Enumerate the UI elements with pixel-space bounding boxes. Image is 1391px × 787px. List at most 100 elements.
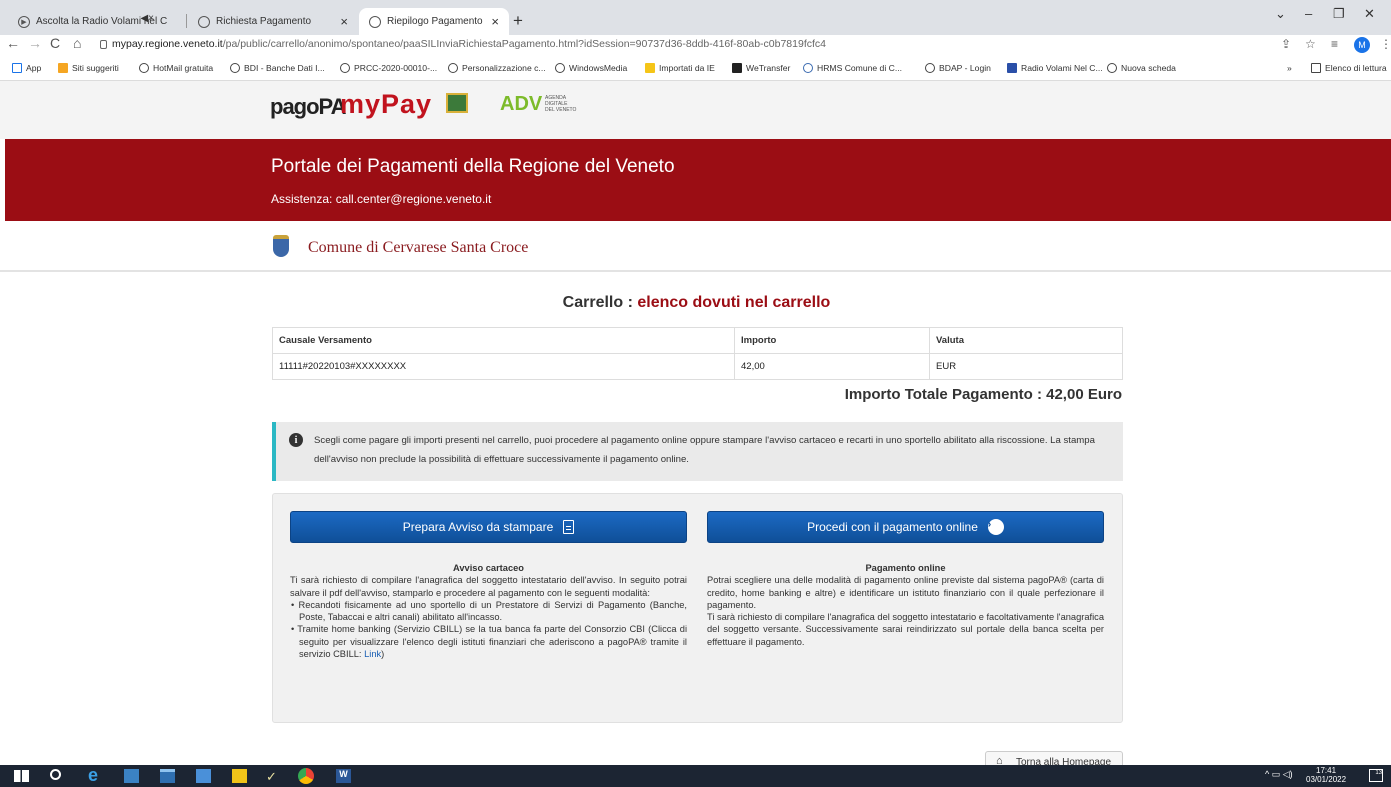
prepare-notice-button[interactable]: Prepara Avviso da stampare bbox=[290, 511, 687, 543]
globe-icon bbox=[139, 63, 149, 73]
veneto-logo bbox=[446, 93, 468, 113]
total-amount: Importo Totale Pagamento : 42,00 Euro bbox=[844, 386, 1122, 403]
tab-riepilogo-pagamento[interactable]: Riepilogo Pagamento × bbox=[359, 8, 509, 35]
tab-title: Riepilogo Pagamento bbox=[387, 16, 483, 27]
app-icon[interactable] bbox=[160, 769, 175, 783]
bookmark-importati-ie[interactable]: Importati da IE bbox=[645, 63, 715, 73]
word-icon[interactable]: W bbox=[336, 769, 351, 783]
pay-online-button[interactable]: Procedi con il pagamento online › bbox=[707, 511, 1104, 543]
info-icon: i bbox=[289, 433, 303, 447]
column-header: Causale Versamento bbox=[272, 327, 735, 354]
network-app-icon[interactable] bbox=[124, 769, 139, 783]
profile-avatar[interactable]: M bbox=[1354, 37, 1370, 53]
bookmarks-bar: App Siti suggeriti HotMail gratuita BDI … bbox=[0, 57, 1391, 81]
logo-bar: pagoPA myPay ADV AGENDA DIGITALE DEL VENET… bbox=[0, 81, 1391, 139]
comune-crest-icon bbox=[273, 235, 289, 257]
mute-icon[interactable]: ◀× bbox=[140, 13, 154, 24]
cart-title: Carrello : elenco dovuti nel carrello bbox=[562, 294, 831, 311]
list-item: • Tramite home banking (Servizio CBILL) … bbox=[291, 624, 688, 660]
browser-toolbar: ← → C ⌂ mypay.regione.veneto.it/pa/publi… bbox=[0, 35, 1391, 57]
crest-icon bbox=[803, 63, 813, 73]
close-window-button[interactable]: ✕ bbox=[1364, 6, 1375, 22]
tab-search-icon[interactable]: ⌄ bbox=[1275, 6, 1286, 22]
play-icon: ▶ bbox=[18, 15, 30, 28]
windows-taskbar: e ✓ W ^ ▭ ◁) 13 bbox=[0, 765, 1391, 787]
windows-start-icon[interactable] bbox=[14, 770, 29, 782]
globe-icon bbox=[369, 15, 381, 28]
tab-title: Richiesta Pagamento bbox=[216, 16, 312, 27]
bookmark-wetransfer[interactable]: WeTransfer bbox=[732, 63, 790, 73]
bookmark-app[interactable]: App bbox=[12, 63, 41, 73]
reload-icon[interactable]: C bbox=[50, 35, 60, 51]
divider bbox=[0, 270, 1391, 272]
info-alert: i Scegli come pagare gli importi present… bbox=[272, 422, 1123, 481]
bookmark-nuova-scheda[interactable]: Nuova scheda bbox=[1107, 63, 1176, 73]
cart-table: Causale Versamento Importo Valuta 11111#… bbox=[272, 327, 1123, 380]
globe-icon bbox=[448, 63, 458, 73]
header-banner bbox=[5, 139, 1391, 221]
close-icon[interactable]: × bbox=[491, 14, 499, 29]
system-clock[interactable]: 17:41 03/01/2022 bbox=[1306, 766, 1346, 784]
app-icon[interactable]: ✓ bbox=[266, 769, 281, 784]
bookmark-bdi[interactable]: BDI - Banche Dati I... bbox=[230, 63, 325, 73]
chrome-icon[interactable] bbox=[298, 768, 314, 784]
cbill-link[interactable]: Link bbox=[364, 649, 381, 659]
folder-icon bbox=[645, 63, 655, 73]
bookmark-hotmail[interactable]: HotMail gratuita bbox=[139, 63, 213, 73]
paper-notice-heading: Avviso cartaceo bbox=[453, 563, 524, 573]
adv-logo-text: AGENDA DIGITALE DEL VENETO bbox=[545, 95, 577, 113]
bookmark-siti-suggeriti[interactable]: Siti suggeriti bbox=[58, 63, 119, 73]
edge-icon[interactable]: e bbox=[88, 765, 103, 785]
bookmark-personalizzazione[interactable]: Personalizzazione c... bbox=[448, 63, 546, 73]
store-icon[interactable] bbox=[196, 769, 211, 783]
menu-icon[interactable]: ⋮ bbox=[1380, 37, 1391, 51]
bookmark-radio-volami[interactable]: Radio Volami Nel C... bbox=[1007, 63, 1103, 73]
new-tab-button[interactable]: + bbox=[513, 11, 523, 31]
tab-richiesta-pagamento[interactable]: Richiesta Pagamento × bbox=[188, 8, 358, 35]
close-icon[interactable]: × bbox=[340, 14, 348, 29]
system-tray-icons[interactable]: ^ ▭ ◁) bbox=[1265, 769, 1293, 780]
document-icon bbox=[563, 520, 575, 534]
page-title: Portale dei Pagamenti della Regione del … bbox=[271, 156, 675, 177]
paper-notice-list: • Recandoti fisicamente ad uno sportello… bbox=[290, 599, 687, 660]
chevron-right-icon: › bbox=[987, 519, 1004, 535]
table-row: 11111#20220103#XXXXXXXX 42,00 EUR bbox=[272, 353, 1123, 380]
online-payment-text-1: Potrai scegliere una delle modalità di p… bbox=[707, 575, 1104, 610]
bookmark-bdap[interactable]: BDAP - Login bbox=[925, 63, 991, 73]
lock-icon bbox=[100, 40, 107, 49]
column-header: Valuta bbox=[929, 327, 1123, 354]
reading-list-button[interactable]: Elenco di lettura bbox=[1311, 63, 1387, 73]
column-header: Importo bbox=[734, 327, 930, 354]
address-bar[interactable]: mypay.regione.veneto.it/pa/public/carrel… bbox=[112, 38, 826, 50]
bookmark-star-icon[interactable]: ☆ bbox=[1305, 37, 1316, 51]
restore-button[interactable]: ❐ bbox=[1333, 6, 1345, 22]
radio-icon bbox=[1007, 63, 1017, 73]
folder-icon bbox=[58, 63, 68, 73]
cell-causale: 11111#20220103#XXXXXXXX bbox=[272, 353, 735, 380]
search-icon[interactable] bbox=[50, 769, 61, 780]
reading-list-icon[interactable]: ≡ bbox=[1331, 37, 1338, 51]
info-text: Scegli come pagare gli importi presenti … bbox=[314, 435, 1095, 465]
bookmark-prcc[interactable]: PRCC-2020-00010-... bbox=[340, 63, 437, 73]
share-icon[interactable]: ⇪ bbox=[1281, 37, 1291, 51]
online-payment-heading: Pagamento online bbox=[865, 563, 946, 573]
tab-radio[interactable]: ▶ Ascolta la Radio Volami nel C ◀× bbox=[8, 8, 182, 35]
globe-icon bbox=[1107, 63, 1117, 73]
back-icon[interactable]: ← bbox=[6, 35, 20, 51]
cell-valuta: EUR bbox=[929, 353, 1123, 380]
minimize-button[interactable]: – bbox=[1305, 6, 1312, 21]
wetransfer-icon bbox=[732, 63, 742, 73]
bookmark-windowsmedia[interactable]: WindowsMedia bbox=[555, 63, 627, 73]
assistance-contact: Assistenza: call.center@regione.veneto.i… bbox=[271, 192, 492, 206]
bookmarks-overflow[interactable]: » bbox=[1287, 63, 1292, 73]
globe-icon bbox=[340, 63, 350, 73]
sticky-notes-icon[interactable] bbox=[232, 769, 247, 783]
bookmark-hrms[interactable]: HRMS Comune di C... bbox=[803, 63, 902, 73]
globe-icon bbox=[555, 63, 565, 73]
adv-logo: ADV bbox=[500, 93, 543, 115]
forward-icon[interactable]: → bbox=[28, 35, 42, 51]
paper-notice-description: Avviso cartaceo Ti sarà richiesto di com… bbox=[290, 562, 687, 660]
mypay-logo: myPay bbox=[340, 89, 433, 119]
home-icon[interactable]: ⌂ bbox=[73, 35, 81, 51]
notifications-icon[interactable]: 13 bbox=[1369, 769, 1383, 782]
